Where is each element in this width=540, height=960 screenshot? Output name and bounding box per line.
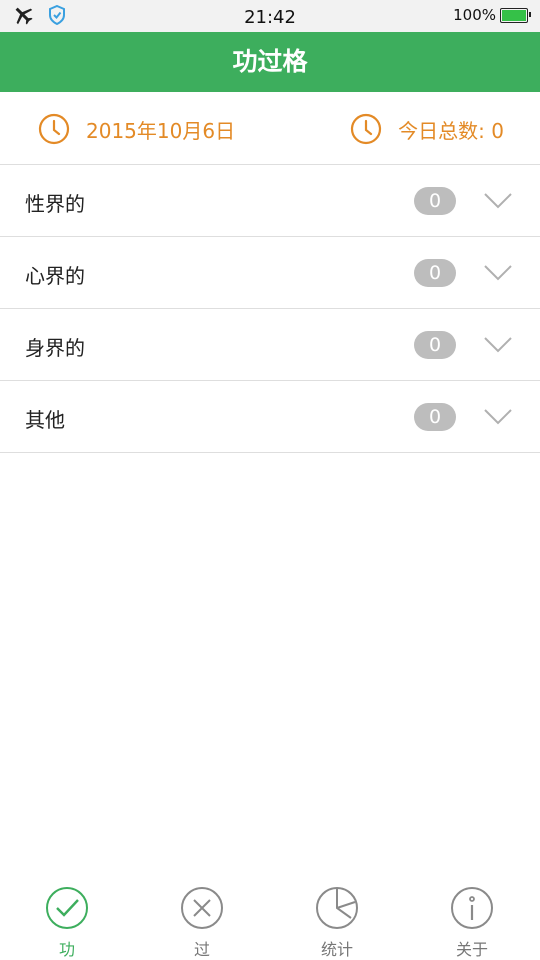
tab-label: 关于	[455, 940, 488, 959]
tab-guo[interactable]: 过	[162, 886, 242, 960]
category-row-xinjie[interactable]: 心界的 0	[0, 237, 540, 309]
date-text: 2015年10月6日	[86, 118, 236, 143]
category-row-shenjie[interactable]: 身界的 0	[0, 309, 540, 381]
date-display[interactable]: 2015年10月6日	[38, 113, 235, 145]
battery-icon	[500, 7, 531, 23]
daily-total-text: 今日总数: 0	[398, 118, 504, 143]
clock-icon	[38, 113, 70, 145]
tab-statistics[interactable]: 统计	[297, 886, 377, 960]
x-circle-icon	[181, 887, 223, 929]
tab-label: 过	[193, 940, 210, 959]
pie-chart-icon	[316, 887, 358, 929]
info-bar: 2015年10月6日 今日总数: 0	[0, 92, 540, 165]
category-row-xingjie[interactable]: 性界的 0	[0, 165, 540, 237]
tab-gong[interactable]: 功	[27, 886, 107, 960]
tab-label: 功	[58, 940, 75, 959]
clock-icon	[351, 113, 382, 145]
status-bar: 21:42 100%	[0, 0, 540, 32]
count-badge: 0	[414, 331, 456, 359]
chevron-down-icon[interactable]	[483, 264, 513, 282]
chevron-down-icon[interactable]	[483, 192, 513, 210]
category-label: 身界的	[25, 336, 85, 360]
chevron-down-icon[interactable]	[483, 408, 513, 426]
bottom-tab-bar: 功 过 统计 关于	[0, 878, 540, 960]
chevron-down-icon[interactable]	[483, 336, 513, 354]
tab-about[interactable]: 关于	[432, 886, 512, 960]
category-label: 性界的	[25, 192, 85, 216]
count-badge: 0	[414, 187, 456, 215]
info-circle-icon	[451, 887, 493, 929]
battery-percent: 100%	[453, 6, 496, 24]
count-badge: 0	[414, 403, 456, 431]
page-title: 功过格	[0, 32, 540, 92]
category-label: 其他	[25, 408, 65, 432]
tab-label: 统计	[320, 940, 353, 959]
check-circle-icon	[46, 887, 88, 929]
count-badge: 0	[414, 259, 456, 287]
category-row-other[interactable]: 其他 0	[0, 381, 540, 453]
daily-total: 今日总数: 0	[350, 113, 504, 145]
category-label: 心界的	[25, 264, 85, 288]
